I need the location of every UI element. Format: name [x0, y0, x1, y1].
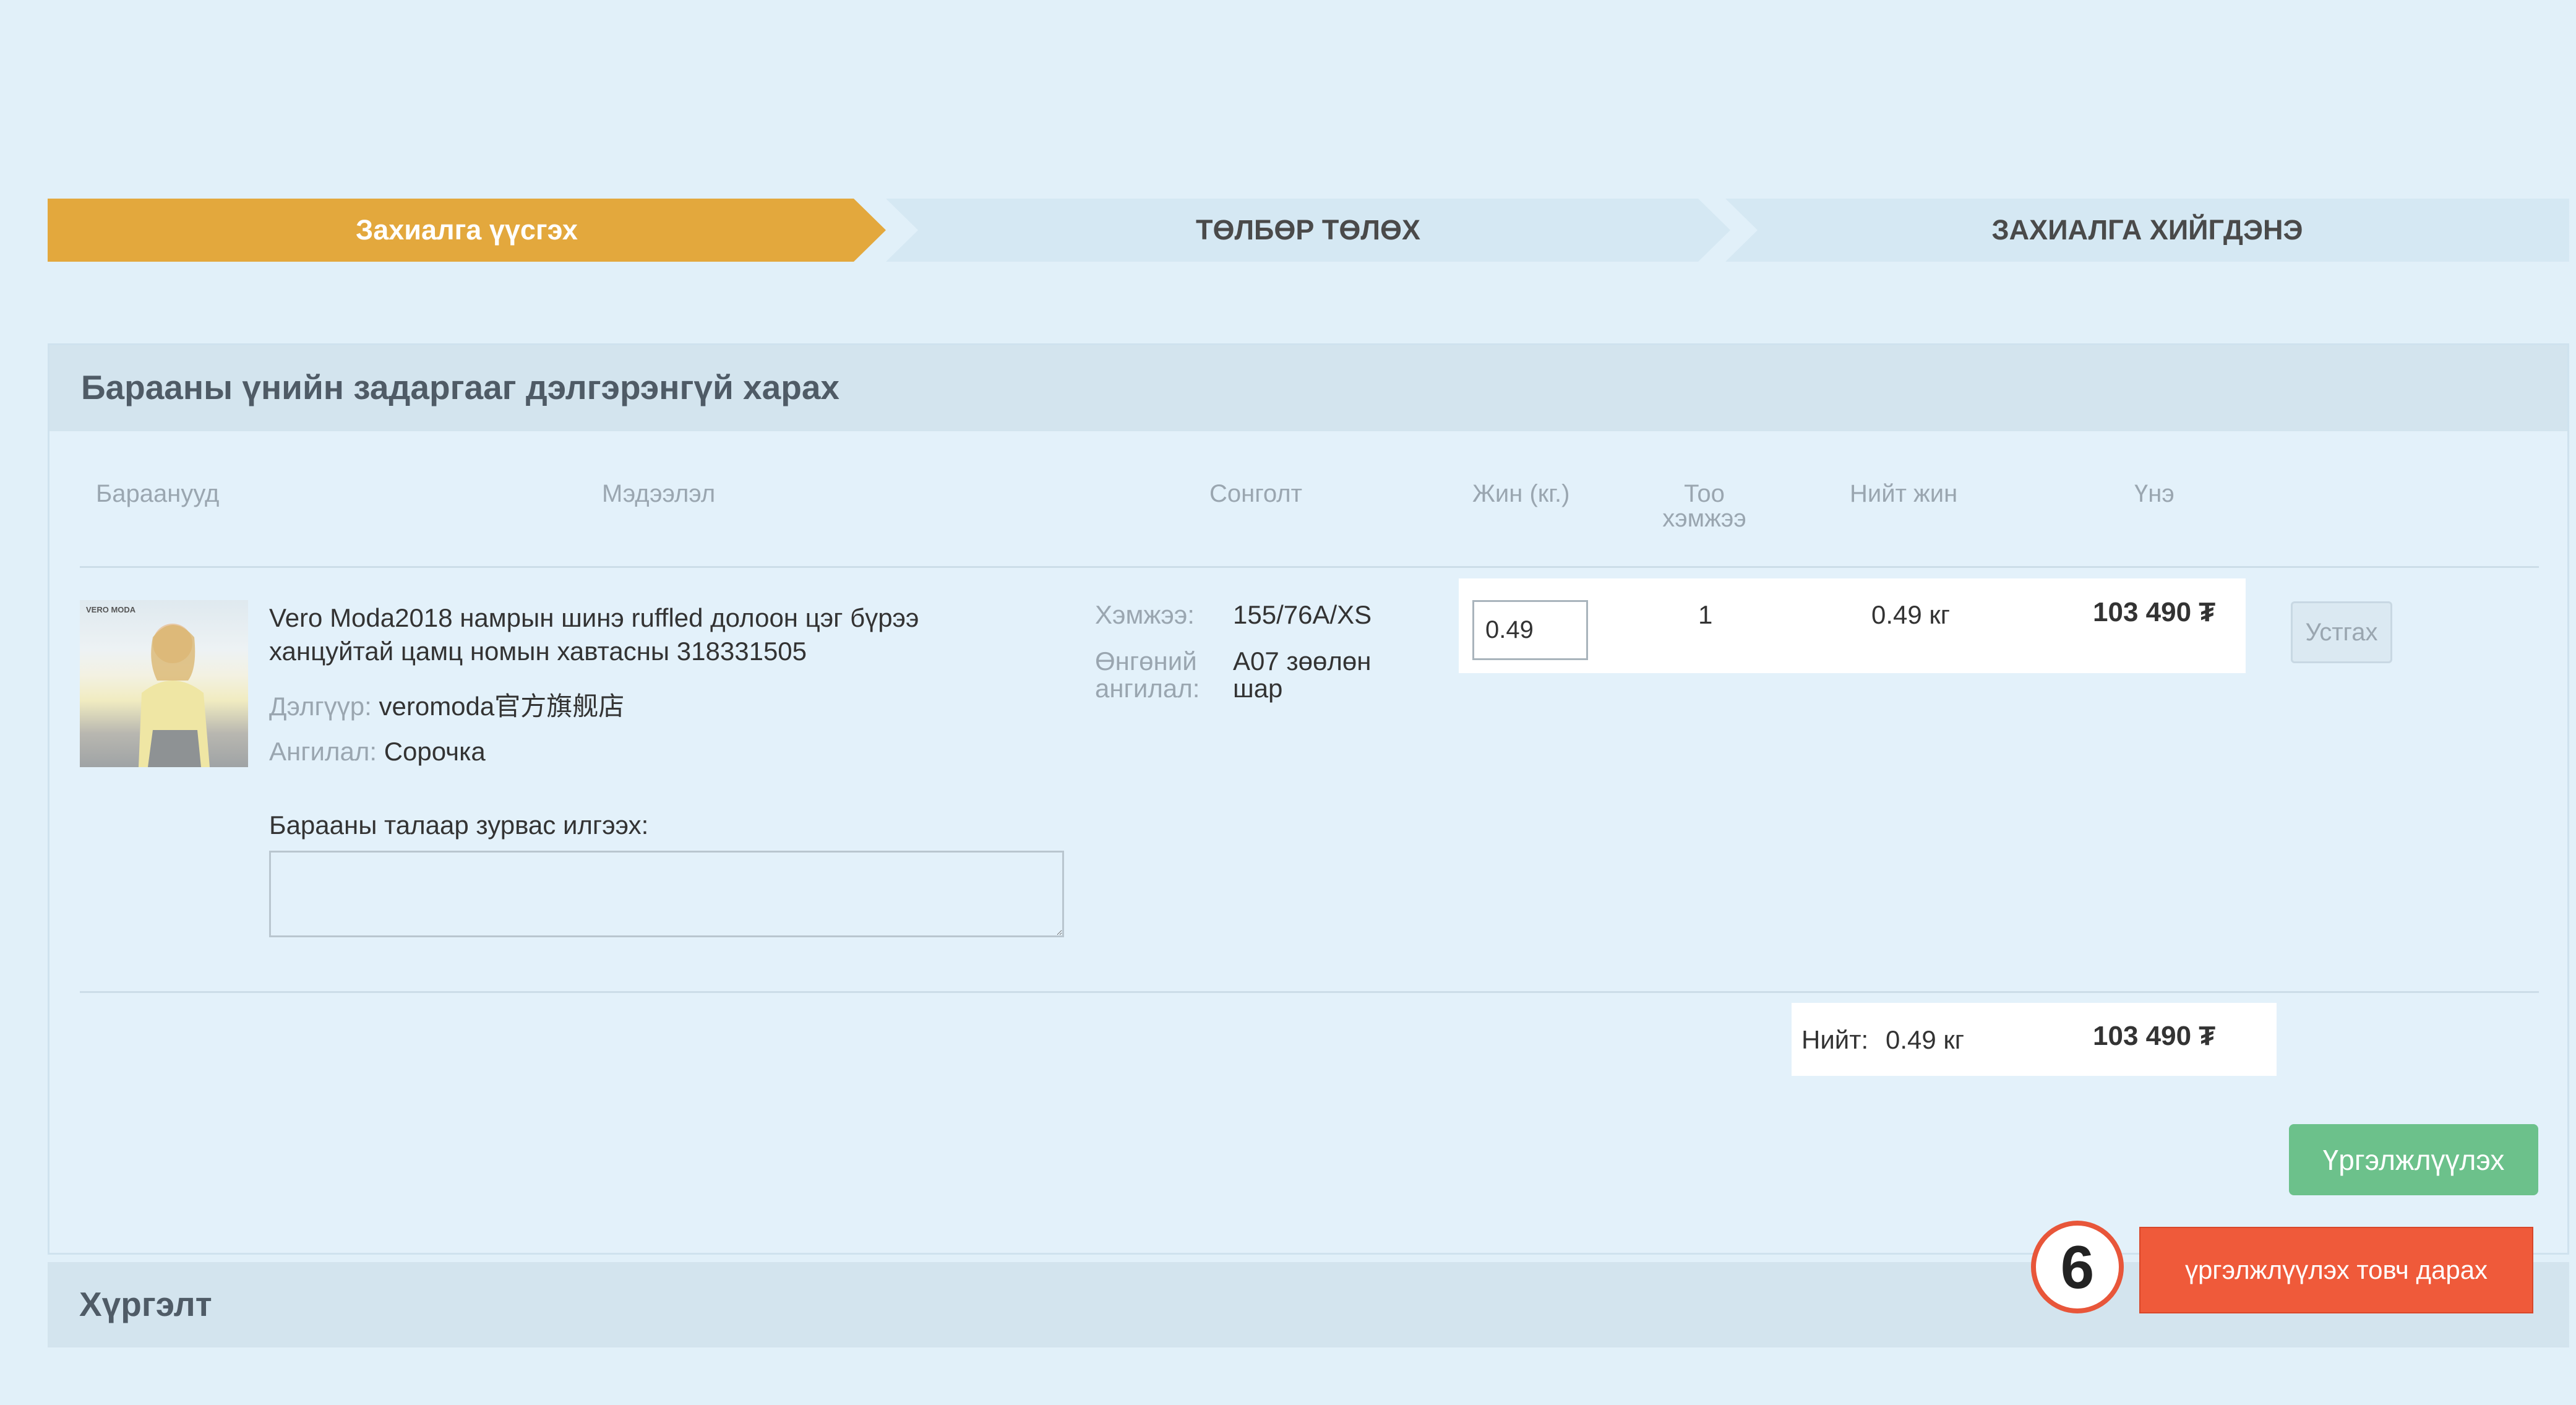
color-value: A07 зөөлөн шар: [1233, 648, 1371, 702]
column-total-weight: Нийт жин: [1850, 480, 1958, 507]
size-value: 155/76A/XS: [1233, 600, 1372, 629]
step-order-complete-label: ЗАХИАЛГА ХИЙГДЭНЭ: [1991, 214, 2303, 246]
product-thumbnail[interactable]: VERO MODA: [80, 600, 248, 767]
store-label: Дэлгүүр:: [269, 692, 372, 721]
thumb-brand: VERO MODA: [86, 605, 136, 614]
product-title-line1[interactable]: Vero Moda2018 намрын шинэ ruffled долоон…: [269, 603, 919, 633]
item-total-weight: 0.49 кг: [1871, 600, 1951, 629]
continue-button-label: Үргэлжлүүлэх: [2322, 1143, 2505, 1176]
store-row: Дэлгүүр: veromoda官方旗舰店: [269, 685, 624, 723]
product-photo-icon: [139, 624, 210, 767]
summary-total-price: 103 490 ₮: [2093, 1021, 2216, 1051]
category-row: Ангилал: Сорочка: [269, 737, 486, 767]
column-quantity-line1: Тоо: [1684, 480, 1725, 507]
step-payment: ТӨЛБӨР ТӨЛӨХ: [886, 199, 1730, 262]
column-quantity-line2: хэмжээ: [1662, 505, 1746, 532]
step-order-complete: ЗАХИАЛГА ХИЙГДЭНЭ: [1725, 199, 2569, 262]
message-label: Барааны талаар зурвас илгээх:: [269, 810, 649, 840]
column-price: Үнэ: [2134, 480, 2175, 507]
column-products: Бараанууд: [96, 480, 220, 507]
step-create-order-label: Захиалга үүсгэх: [356, 214, 578, 246]
panel-header[interactable]: Барааны үнийн задаргааг дэлгэрэнгүй хара…: [49, 345, 2567, 431]
product-title-line2[interactable]: ханцуйтай цамц номын хавтасны 318331505: [269, 637, 807, 666]
column-weight: Жин (кг.): [1472, 480, 1570, 507]
continue-button[interactable]: Үргэлжлүүлэх: [2289, 1124, 2538, 1195]
price-breakdown-panel: Барааны үнийн задаргааг дэлгэрэнгүй хара…: [48, 343, 2569, 1255]
weight-input[interactable]: [1472, 600, 1588, 660]
item-divider: [80, 991, 2539, 993]
step-create-order: Захиалга үүсгэх: [48, 199, 886, 262]
color-label: Өнгөний ангилал:: [1095, 648, 1200, 702]
delivery-title: Хүргэлт: [79, 1285, 212, 1323]
color-label-line1: Өнгөний: [1095, 647, 1197, 676]
store-value: veromoda官方旗舰店: [379, 692, 625, 721]
column-info: Мэдээлэл: [602, 480, 716, 507]
quantity-value: 1: [1698, 600, 1713, 629]
callout-instruction: үргэлжлүүлэх товч дарах: [2139, 1227, 2533, 1313]
remove-button[interactable]: Устгах: [2291, 601, 2392, 663]
item-price: 103 490 ₮: [2093, 597, 2216, 627]
header-divider: [80, 566, 2539, 568]
color-label-line2: ангилал:: [1095, 674, 1200, 703]
summary-total-label: Нийт:: [1801, 1025, 1869, 1054]
checkout-steps: Захиалга үүсгэх ТӨЛБӨР ТӨЛӨХ ЗАХИАЛГА ХИ…: [48, 199, 2569, 262]
size-label: Хэмжээ:: [1095, 600, 1195, 629]
remove-button-label: Устгах: [2305, 618, 2378, 646]
column-quantity: Тоо хэмжээ: [1652, 481, 1757, 531]
category-label: Ангилал:: [269, 737, 377, 766]
callout-step-number: 6: [2031, 1221, 2124, 1313]
column-option: Сонголт: [1209, 480, 1302, 507]
summary-total-weight: 0.49 кг: [1886, 1025, 1965, 1054]
color-value-line1: A07 зөөлөн: [1233, 647, 1372, 676]
message-input[interactable]: [269, 851, 1064, 937]
step-payment-label: ТӨЛБӨР ТӨЛӨХ: [1195, 214, 1420, 246]
category-value: Сорочка: [384, 737, 486, 766]
panel-title: Барааны үнийн задаргааг дэлгэрэнгүй хара…: [81, 368, 840, 406]
color-value-line2: шар: [1233, 674, 1283, 703]
